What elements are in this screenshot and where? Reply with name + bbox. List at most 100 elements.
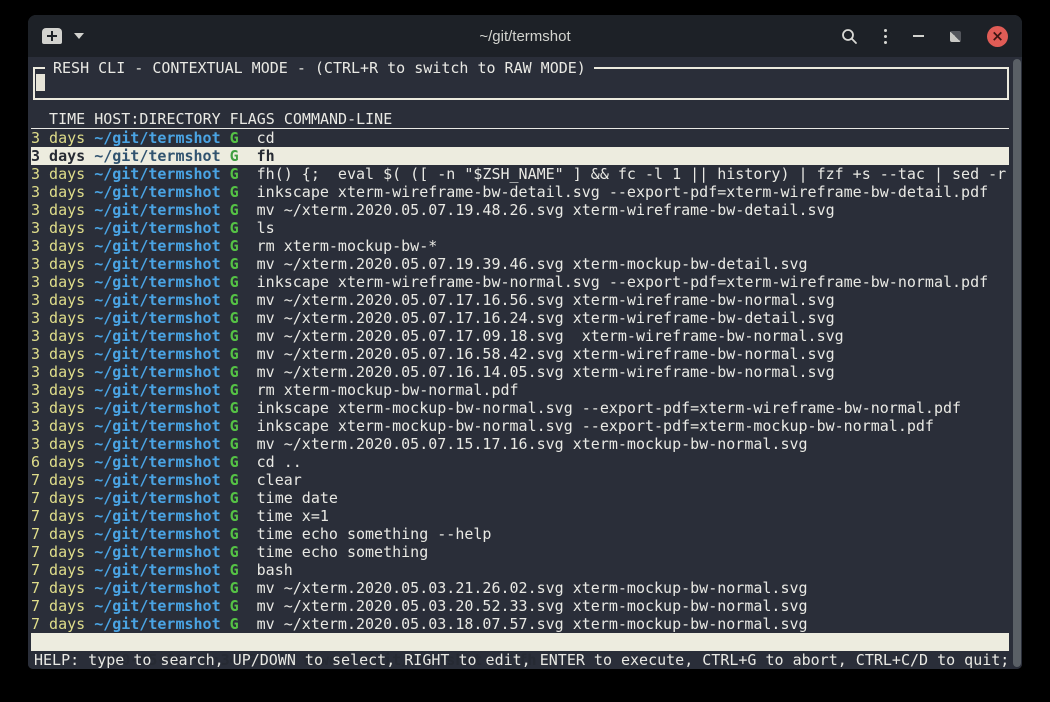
row-flags: G (230, 525, 239, 543)
status-bar: 2020-05-08 00:34:56tower:~/git/termshotf… (31, 633, 1009, 651)
row-flags: G (230, 273, 239, 291)
row-command: bash (257, 561, 293, 579)
row-time: 3 days (31, 363, 85, 381)
row-time: 3 days (31, 327, 85, 345)
history-row[interactable]: 3 days~/git/termshotGmv ~/xterm.2020.05.… (31, 309, 1009, 327)
terminal-window: ~/git/termshot × RESH CLI - CONTEXTUAL M… (28, 15, 1022, 669)
history-row[interactable]: 7 days~/git/termshotGbash (31, 561, 1009, 579)
row-time: 3 days (31, 237, 85, 255)
row-flags: G (230, 309, 239, 327)
history-row[interactable]: 3 days~/git/termshotGmv ~/xterm.2020.05.… (31, 327, 1009, 345)
history-row[interactable]: 6 days~/git/termshotGcd .. (31, 453, 1009, 471)
text-cursor (36, 74, 45, 91)
history-row[interactable]: 7 days~/git/termshotGmv ~/xterm.2020.05.… (31, 615, 1009, 633)
row-command: fh() {; eval $( ([ -n "$ZSH_NAME" ] && f… (257, 165, 1007, 183)
row-host-directory: ~/git/termshot (94, 381, 220, 399)
history-row[interactable]: 3 days~/git/termshotGinkscape xterm-mock… (31, 399, 1009, 417)
row-host-directory: ~/git/termshot (94, 273, 220, 291)
restore-button[interactable] (950, 31, 961, 42)
close-button[interactable]: × (987, 26, 1008, 47)
row-time: 7 days (31, 579, 85, 597)
kebab-icon (884, 29, 887, 32)
new-tab-button[interactable] (42, 28, 62, 44)
row-time: 3 days (31, 291, 85, 309)
row-flags: G (230, 543, 239, 561)
row-host-directory: ~/git/termshot (94, 561, 220, 579)
history-row[interactable]: 7 days~/git/termshotGmv ~/xterm.2020.05.… (31, 579, 1009, 597)
history-list: 3 days~/git/termshotGcd3 days~/git/terms… (31, 129, 1009, 633)
row-time: 3 days (31, 183, 85, 201)
row-flags: G (230, 597, 239, 615)
terminal-screen[interactable]: RESH CLI - CONTEXTUAL MODE - (CTRL+R to … (28, 57, 1022, 669)
row-flags: G (230, 165, 239, 183)
search-query-box[interactable]: RESH CLI - CONTEXTUAL MODE - (CTRL+R to … (33, 67, 1009, 100)
row-flags: G (230, 435, 239, 453)
history-row[interactable]: 7 days~/git/termshotGtime x=1 (31, 507, 1009, 525)
history-row[interactable]: 3 days~/git/termshotGrm xterm-mockup-bw-… (31, 237, 1009, 255)
history-row[interactable]: 3 days~/git/termshotGmv ~/xterm.2020.05.… (31, 255, 1009, 273)
row-flags: G (230, 489, 239, 507)
history-row[interactable]: 3 days~/git/termshotGfh (31, 147, 1009, 165)
history-row[interactable]: 3 days~/git/termshotGinkscape xterm-mock… (31, 417, 1009, 435)
row-host-directory: ~/git/termshot (94, 597, 220, 615)
row-host-directory: ~/git/termshot (94, 291, 220, 309)
search-button[interactable] (841, 28, 858, 45)
row-command: mv ~/xterm.2020.05.03.18.07.57.svg xterm… (257, 615, 808, 633)
row-command: fh (257, 147, 275, 165)
row-host-directory: ~/git/termshot (94, 129, 220, 147)
row-time: 3 days (31, 399, 85, 417)
resh-box-title: RESH CLI - CONTEXTUAL MODE - (CTRL+R to … (45, 59, 594, 77)
row-host-directory: ~/git/termshot (94, 237, 220, 255)
row-flags: G (230, 363, 239, 381)
row-command: time x=1 (257, 507, 329, 525)
row-command: mv ~/xterm.2020.05.07.16.58.42.svg xterm… (257, 345, 835, 363)
history-row[interactable]: 7 days~/git/termshotGtime echo something (31, 543, 1009, 561)
row-host-directory: ~/git/termshot (94, 525, 220, 543)
row-command: mv ~/xterm.2020.05.03.21.26.02.svg xterm… (257, 579, 808, 597)
row-host-directory: ~/git/termshot (94, 453, 220, 471)
row-flags: G (230, 579, 239, 597)
history-row[interactable]: 3 days~/git/termshotGinkscape xterm-wire… (31, 273, 1009, 291)
row-time: 7 days (31, 471, 85, 489)
row-time: 3 days (31, 201, 85, 219)
spacer (31, 100, 1009, 110)
history-row[interactable]: 3 days~/git/termshotGfh() {; eval $( ([ … (31, 165, 1009, 183)
menu-button[interactable] (884, 29, 887, 44)
row-time: 3 days (31, 165, 85, 183)
history-row[interactable]: 3 days~/git/termshotGmv ~/xterm.2020.05.… (31, 291, 1009, 309)
history-row[interactable]: 7 days~/git/termshotGmv ~/xterm.2020.05.… (31, 597, 1009, 615)
row-flags: G (230, 219, 239, 237)
row-flags: G (230, 291, 239, 309)
scrollbar-thumb[interactable] (1013, 59, 1021, 667)
row-host-directory: ~/git/termshot (94, 147, 220, 165)
history-row[interactable]: 7 days~/git/termshotGtime echo something… (31, 525, 1009, 543)
row-time: 7 days (31, 525, 85, 543)
history-row[interactable]: 7 days~/git/termshotGclear (31, 471, 1009, 489)
tab-dropdown-icon[interactable] (74, 33, 84, 39)
row-flags: G (230, 327, 239, 345)
history-row[interactable]: 3 days~/git/termshotGcd (31, 129, 1009, 147)
history-row[interactable]: 3 days~/git/termshotGmv ~/xterm.2020.05.… (31, 435, 1009, 453)
row-host-directory: ~/git/termshot (94, 201, 220, 219)
row-command: inkscape xterm-mockup-bw-normal.svg --ex… (257, 417, 934, 435)
history-row[interactable]: 7 days~/git/termshotGtime date (31, 489, 1009, 507)
history-row[interactable]: 3 days~/git/termshotGmv ~/xterm.2020.05.… (31, 363, 1009, 381)
search-icon (841, 28, 858, 45)
row-flags: G (230, 615, 239, 633)
row-flags: G (230, 237, 239, 255)
row-time: 7 days (31, 561, 85, 579)
titlebar[interactable]: ~/git/termshot × (28, 15, 1022, 57)
row-host-directory: ~/git/termshot (94, 219, 220, 237)
history-row[interactable]: 3 days~/git/termshotGls (31, 219, 1009, 237)
row-flags: G (230, 183, 239, 201)
minimize-button[interactable] (913, 35, 924, 37)
row-time: 7 days (31, 597, 85, 615)
history-row[interactable]: 3 days~/git/termshotGmv ~/xterm.2020.05.… (31, 201, 1009, 219)
row-host-directory: ~/git/termshot (94, 255, 220, 273)
row-command: cd .. (257, 453, 302, 471)
history-row[interactable]: 3 days~/git/termshotGmv ~/xterm.2020.05.… (31, 345, 1009, 363)
history-row[interactable]: 3 days~/git/termshotGrm xterm-mockup-bw-… (31, 381, 1009, 399)
history-row[interactable]: 3 days~/git/termshotGinkscape xterm-wire… (31, 183, 1009, 201)
row-command: mv ~/xterm.2020.05.07.16.14.05.svg xterm… (257, 363, 835, 381)
row-time: 7 days (31, 543, 85, 561)
